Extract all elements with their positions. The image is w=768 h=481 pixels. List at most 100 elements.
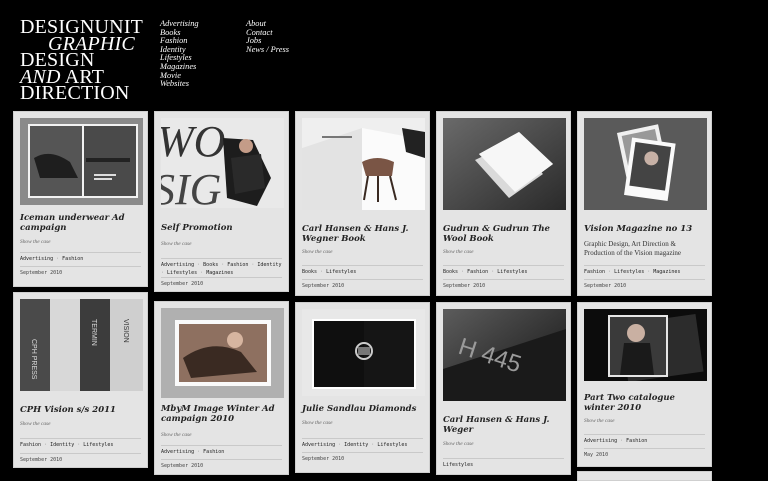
tag[interactable]: Advertising xyxy=(302,442,335,448)
project-title[interactable]: Julie Sandlau Diamonds xyxy=(302,404,423,415)
project-card[interactable]: Iceman underwear Ad campaign Show the ca… xyxy=(13,111,148,287)
tag[interactable]: Magazines xyxy=(653,269,680,275)
project-thumbnail[interactable] xyxy=(302,309,425,396)
project-card[interactable]: CPH PRESS TERMIN VISION CPH Vision s/s 2… xyxy=(13,292,148,468)
project-thumbnail[interactable] xyxy=(20,118,143,205)
project-date: September 2010 xyxy=(20,453,141,463)
site-logo[interactable]: DESIGNUNIT GRAPHIC DESIGN AND ART DIRECT… xyxy=(20,17,143,102)
tag[interactable]: Identity xyxy=(50,442,74,448)
tag[interactable]: Identity xyxy=(344,442,368,448)
project-thumbnail[interactable]: WO SIG xyxy=(161,118,284,208)
show-case-link[interactable]: Show the case xyxy=(20,239,51,245)
project-card[interactable]: MbyM Image Winter Ad campaign 2010 Show … xyxy=(154,301,289,475)
tag[interactable]: Books xyxy=(302,269,317,275)
black-brochure-ring-photo xyxy=(302,309,425,396)
tag[interactable]: Fashion xyxy=(203,449,224,455)
nav-websites[interactable]: Websites xyxy=(160,80,199,89)
tag[interactable]: Lifestyles xyxy=(497,269,527,275)
project-thumbnail[interactable]: CPH PRESS TERMIN VISION xyxy=(20,299,143,391)
project-date: September 2010 xyxy=(302,452,423,462)
project-title[interactable]: Carl Hansen & Hans J. Wegner Book xyxy=(302,224,423,244)
show-case-link[interactable]: Show the case xyxy=(302,420,333,426)
project-thumbnail[interactable] xyxy=(302,118,425,210)
project-date: September 2010 xyxy=(443,279,564,289)
project-date: September 2010 xyxy=(161,459,282,469)
project-date: September 2010 xyxy=(584,279,705,289)
tag[interactable]: Books xyxy=(203,262,218,268)
project-date: September 2010 xyxy=(20,266,141,276)
project-card[interactable]: Julie Sandlau Diamonds Show the case Adv… xyxy=(295,302,430,473)
project-tags: Advertising · Fashion xyxy=(20,252,141,263)
tag[interactable]: Fashion xyxy=(227,262,248,268)
category-nav: Advertising Books Fashion Identity Lifes… xyxy=(160,19,199,89)
project-title[interactable]: MbyM Image Winter Ad campaign 2010 xyxy=(161,404,282,424)
tag[interactable]: Lifestyles xyxy=(443,462,473,468)
tag[interactable]: Advertising xyxy=(584,438,617,444)
tag[interactable]: Identity xyxy=(257,262,281,268)
project-card[interactable]: Gudrun & Gudrun The Wool Book Show the c… xyxy=(436,111,571,296)
tag[interactable]: Fashion xyxy=(62,256,83,262)
svg-text:TERMIN: TERMIN xyxy=(90,319,97,346)
svg-text:CPH PRESS: CPH PRESS xyxy=(30,339,37,380)
project-card[interactable]: H 445 Carl Hansen & Hans J. Weger Show t… xyxy=(436,302,571,475)
tag[interactable]: Lifestyles xyxy=(83,442,113,448)
project-date: September 2010 xyxy=(302,279,423,289)
show-case-link[interactable]: Show the case xyxy=(302,249,333,255)
project-description: Graphic Design, Art Direction & Producti… xyxy=(584,240,682,257)
svg-text:WO: WO xyxy=(161,118,225,166)
show-case-link[interactable]: Show the case xyxy=(584,418,615,424)
open-book-chair-photo xyxy=(302,118,425,210)
project-card[interactable]: Part Two catalogue winter 2010 Show the … xyxy=(577,302,712,467)
tag[interactable]: Fashion xyxy=(584,269,605,275)
project-card-partial[interactable] xyxy=(577,471,712,481)
project-thumbnail[interactable] xyxy=(584,309,707,381)
info-nav: About Contact Jobs News / Press xyxy=(246,19,289,55)
show-case-link[interactable]: Show the case xyxy=(20,421,51,427)
project-thumbnail[interactable] xyxy=(443,118,566,210)
project-thumbnail[interactable]: H 445 xyxy=(443,309,566,401)
tag[interactable]: Books xyxy=(443,269,458,275)
project-tags: Advertising · Identity · Lifestyles xyxy=(302,438,423,449)
project-thumbnail[interactable] xyxy=(584,118,707,210)
svg-text:VISION: VISION xyxy=(122,319,129,343)
show-case-link[interactable]: Show the case xyxy=(443,441,474,447)
woman-reclining-photo xyxy=(161,308,284,398)
project-date: September 2010 xyxy=(161,277,282,287)
project-title[interactable]: Carl Hansen & Hans J. Weger xyxy=(443,415,564,435)
tag[interactable]: Lifestyles xyxy=(167,270,197,276)
project-card[interactable]: Carl Hansen & Hans J. Wegner Book Show t… xyxy=(295,111,430,296)
project-title[interactable]: Iceman underwear Ad campaign xyxy=(20,213,141,233)
project-card[interactable]: WO SIG Self Promotion Show the case Adve… xyxy=(154,111,289,292)
tag[interactable]: Fashion xyxy=(626,438,647,444)
project-title[interactable]: Vision Magazine no 13 xyxy=(584,224,705,235)
tag[interactable]: Advertising xyxy=(161,262,194,268)
tag[interactable]: Lifestyles xyxy=(614,269,644,275)
show-case-link[interactable]: Show the case xyxy=(161,241,192,247)
tag[interactable]: Fashion xyxy=(467,269,488,275)
tag[interactable]: Advertising xyxy=(161,449,194,455)
project-tags: Advertising · Fashion xyxy=(584,434,705,445)
tag[interactable]: Magazines xyxy=(206,270,233,276)
nav-news-press[interactable]: News / Press xyxy=(246,45,289,55)
tag[interactable]: Lifestyles xyxy=(377,442,407,448)
press-folders-photo: CPH PRESS TERMIN VISION xyxy=(20,299,143,391)
man-lying-bench-photo xyxy=(28,124,138,198)
project-tags: Fashion · Identity · Lifestyles xyxy=(20,438,141,449)
tag[interactable]: Fashion xyxy=(20,442,41,448)
large-type-woman-photo: WO SIG xyxy=(161,118,284,208)
tag[interactable]: Lifestyles xyxy=(326,269,356,275)
project-card[interactable]: Vision Magazine no 13 Graphic Design, Ar… xyxy=(577,111,712,296)
show-case-link[interactable]: Show the case xyxy=(443,249,474,255)
tag[interactable]: Advertising xyxy=(20,256,53,262)
project-date: May 2010 xyxy=(584,448,705,458)
project-title[interactable]: Gudrun & Gudrun The Wool Book xyxy=(443,224,564,244)
project-title[interactable]: Part Two catalogue winter 2010 xyxy=(584,393,705,413)
dark-cover-ch445-photo: H 445 xyxy=(443,309,566,401)
catalogue-woman-photo xyxy=(584,309,707,381)
show-case-link[interactable]: Show the case xyxy=(161,432,192,438)
project-thumbnail[interactable] xyxy=(161,308,284,398)
project-title[interactable]: CPH Vision s/s 2011 xyxy=(20,405,141,416)
project-title[interactable]: Self Promotion xyxy=(161,223,282,234)
project-tags: Advertising · Fashion xyxy=(161,445,282,456)
project-tags: Books · Lifestyles xyxy=(302,265,423,276)
